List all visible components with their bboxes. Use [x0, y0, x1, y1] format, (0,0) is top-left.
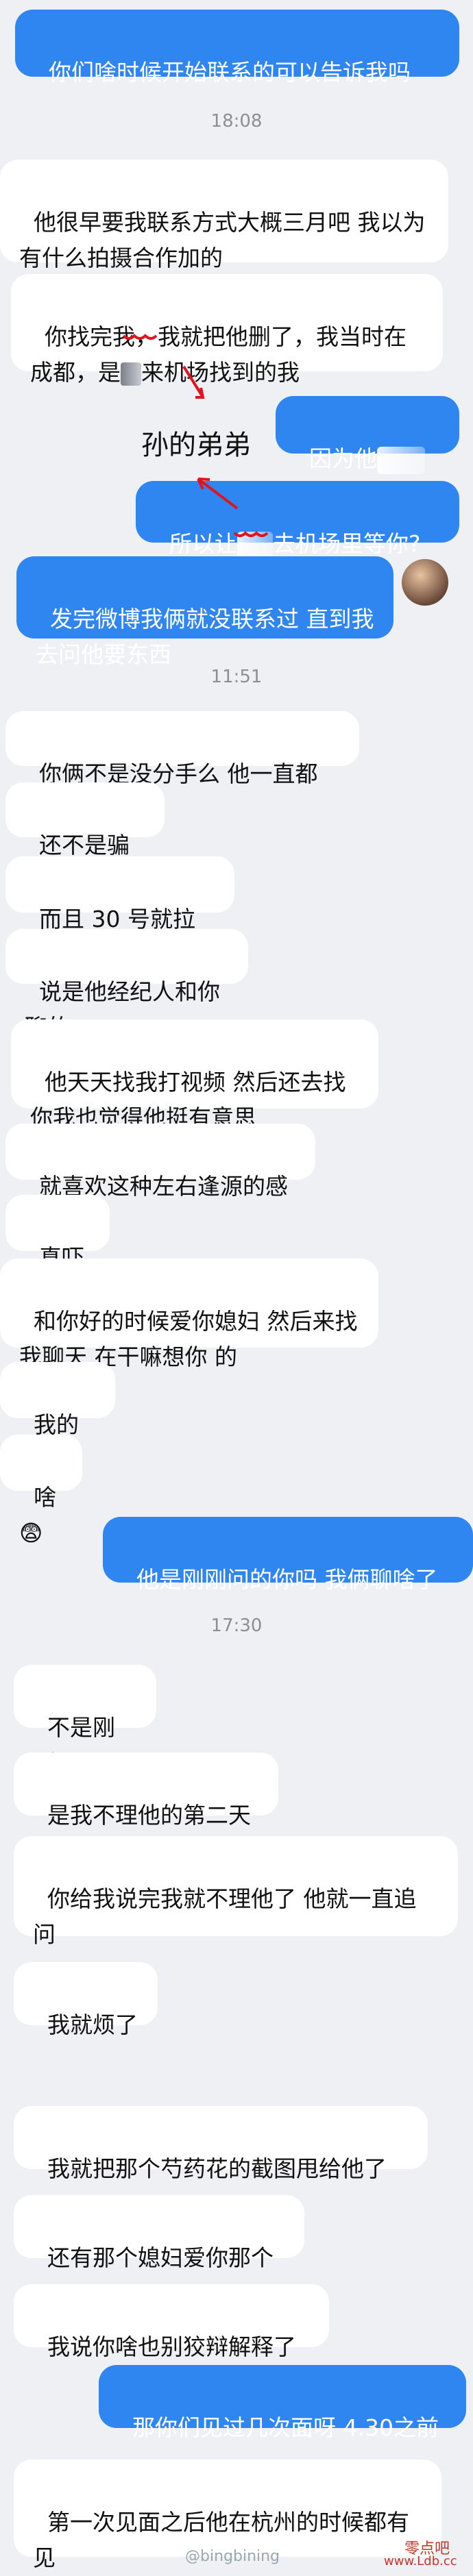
message-text: 你给我说完我就不理他了 他就一直追问 — [33, 1885, 417, 1948]
message-text: 啥😨 — [19, 1484, 56, 1546]
message-bubble-received[interactable]: 他天天找我打视频 然后还去找你我也觉得他挺有意思 — [11, 1019, 378, 1131]
watermark-handle: @bingbining — [185, 2548, 280, 2565]
message-bubble-received[interactable]: 真吓人 — [5, 1195, 110, 1306]
message-bubble-received[interactable]: 你给我说完我就不理他了 他就一直追问 — [14, 1836, 458, 1948]
annotation-arrow — [182, 365, 204, 397]
message-bubble-sent[interactable]: 那你们见过几次面呀 4.30之前 — [99, 2365, 466, 2441]
message-text: 他天天找我打视频 然后还去找你我也觉得他挺有意思 — [30, 1069, 346, 1131]
message-bubble-received[interactable]: 你俩不是没分手么 他一直都说分了 — [5, 711, 359, 823]
timestamp: 11:51 — [210, 667, 263, 687]
message-bubble-received[interactable]: 就喜欢这种左右逢源的感觉吗 — [5, 1124, 315, 1235]
message-bubble-received[interactable]: 还不是骗我啊 — [5, 782, 165, 894]
message-text: 我说你啥也别狡辩解释了 — [47, 2333, 296, 2360]
message-bubble-received[interactable]: 我就烦了 — [14, 1962, 158, 2038]
message-bubble-received[interactable]: 我说你啥也别狡辩解释了 — [14, 2284, 329, 2360]
message-text: 和你好的时候爱你媳妇 然后来找我聊天 在干嘛想你 的 — [19, 1308, 358, 1370]
message-bubble-received[interactable]: 还有那个媳妇爱你那个 — [14, 2195, 304, 2271]
message-text: 还有那个媳妇爱你那个 — [47, 2244, 274, 2271]
message-bubble-received[interactable]: 第一次见面之后他在杭州的时候都有见 — [14, 2460, 441, 2571]
message-text: 是我不理他的第二天 — [47, 1802, 251, 1829]
message-bubble-received[interactable]: 我的天啊 — [0, 1362, 115, 1474]
message-bubble-sent[interactable]: 发完微博我俩就没联系过 直到我去问他要东西 — [16, 556, 393, 668]
message-bubble-received[interactable]: 不是刚刚 — [14, 1665, 156, 1776]
watermark-site-url: www.Ldb.cc — [384, 2554, 457, 2568]
timestamp: 17:30 — [210, 1615, 263, 1636]
annotation-marks — [122, 334, 269, 537]
message-text: 我就烦了 — [47, 2011, 138, 2038]
message-bubble-received[interactable]: 而且 30 号就拉黑了 — [5, 856, 234, 968]
avatar[interactable] — [402, 559, 448, 606]
message-bubble-received[interactable]: 我就把那个芍药花的截图甩给他了 — [14, 2106, 428, 2182]
message-bubble-received[interactable]: 啥😨 — [0, 1435, 82, 1546]
annotation-underline — [122, 334, 158, 340]
message-bubble-received[interactable]: 是我不理他的第二天 — [14, 1753, 278, 1829]
message-bubble-sent[interactable]: 他是刚刚问的你吗 我俩聊啥了 — [103, 1517, 473, 1593]
message-text: 我就把那个芍药花的截图甩给他了 — [47, 2155, 387, 2182]
message-bubble-received[interactable]: 和你好的时候爱你媳妇 然后来找我聊天 在干嘛想你 的 — [0, 1259, 378, 1370]
annotation-underline — [233, 531, 269, 537]
annotation-arrow — [197, 478, 239, 510]
message-text: 那你们见过几次面呀 4.30之前 — [132, 2414, 439, 2441]
message-bubble-received[interactable]: 说是他经纪人和你聊的 — [5, 929, 248, 1041]
message-text: 发完微博我俩就没联系过 直到我去问他要东西 — [36, 606, 374, 668]
message-text: 他是刚刚问的你吗 我俩聊啥了 — [136, 1566, 438, 1593]
